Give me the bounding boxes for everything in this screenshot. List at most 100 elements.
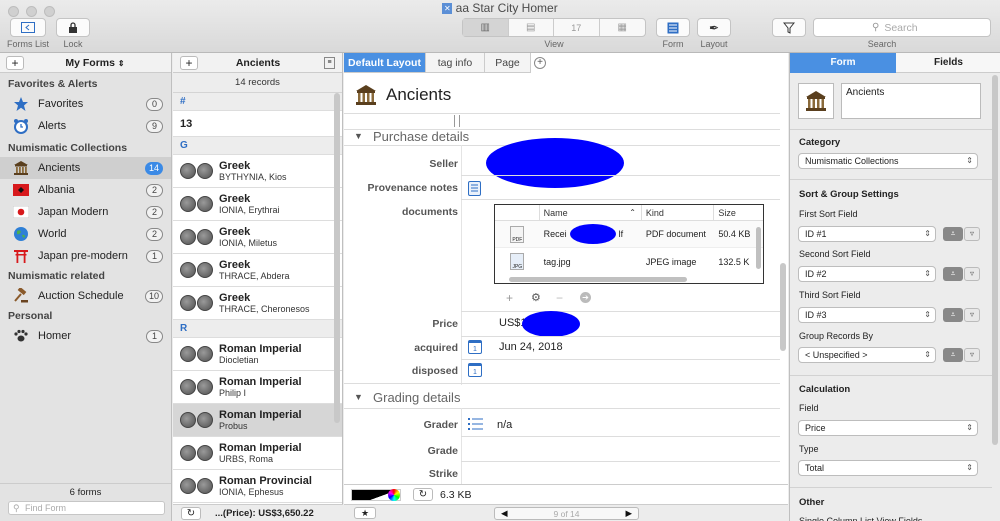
list-icon[interactable] [468,417,483,431]
sort-ascending-icon: ⌃ [629,208,636,217]
view-calendar-button[interactable]: 17 [554,19,600,36]
split-handle[interactable] [454,115,460,127]
sidebar-item-alerts[interactable]: Alerts 9 [0,115,171,137]
pdf-file-icon-label: PDF [510,225,525,243]
acquired-date[interactable]: Jun 24, 2018 [499,341,563,353]
form-icon-well[interactable] [798,83,834,119]
add-document-button[interactable]: + [506,291,513,305]
coin-obverse-icon [180,412,196,428]
sidebar-item-albania[interactable]: Albania 2 [0,179,171,201]
first-sort-select[interactable]: ID #1 ⇕ [798,226,936,242]
sort-direction-button[interactable]: ⩡ [943,227,963,241]
layout-button[interactable]: ✒ [697,18,731,37]
action-gear-icon[interactable]: ⚙ [531,291,541,304]
previous-record-button[interactable]: ◀ [501,508,508,519]
next-record-button[interactable]: ▶ [625,508,632,519]
record-row[interactable]: Greek THRACE, Abdera [173,254,342,287]
sort-filter-button[interactable]: ▿ [964,227,980,241]
document-row[interactable]: PDF Recei lf PDF document 50.4 KB [495,221,763,248]
sidebar-item-auction-schedule[interactable]: Auction Schedule 10 [0,285,171,307]
add-record-button[interactable]: + [180,56,198,70]
list-options-icon[interactable]: ≡ [324,57,335,69]
calc-type-select[interactable]: Total ⇕ [798,460,978,476]
second-sort-select[interactable]: ID #2 ⇕ [798,266,936,282]
name-column-header[interactable]: Name ⌃ [540,205,642,220]
coin-obverse-icon [180,163,196,179]
notes-icon[interactable] [468,181,481,196]
size-column-header[interactable]: Size [714,205,763,220]
form-scrollbar[interactable] [780,263,786,351]
filter-button[interactable] [772,18,806,37]
tab-page[interactable]: Page [485,53,531,73]
record-row[interactable]: 13 [173,111,342,137]
tab-fields[interactable]: Fields [896,53,1000,73]
record-row[interactable]: Roman Imperial Philip I [173,371,342,404]
calculation-summary[interactable]: ...(Price): US$3,650.22 [215,508,314,519]
inspector-divider [790,179,992,180]
tab-default-layout[interactable]: Default Layout [344,53,426,73]
refresh-button[interactable]: ↻ [413,488,433,501]
sort-filter-button[interactable]: ▿ [964,308,980,322]
view-form-button[interactable]: ▤ [509,19,554,36]
calendar-icon[interactable]: 1 [468,340,482,354]
refresh-button[interactable]: ↻ [181,506,201,520]
disclosure-triangle-icon[interactable]: ▼ [354,131,363,141]
sidebar-item-japan-modern[interactable]: Japan Modern 2 [0,201,171,223]
document-row[interactable]: JPG tag.jpg JPEG image 132.5 K [495,248,763,275]
record-subtitle: IONIA, Erythrai [219,205,280,215]
record-row[interactable]: Greek THRACE, Cheronesos [173,287,342,320]
find-form-input[interactable]: ⚲ Find Form [8,501,165,515]
sort-filter-button[interactable]: ▿ [964,267,980,281]
kind-column-header[interactable]: Kind [642,205,715,220]
records-scrollbar[interactable] [334,93,340,423]
form-name-input[interactable]: Ancients [841,83,981,119]
sidebar-item-ancients[interactable]: Ancients 14 [0,157,171,179]
record-row[interactable]: Greek IONIA, Miletus [173,221,342,254]
search-input[interactable]: ⚲ Search [813,18,991,37]
sort-direction-button[interactable]: ⩡ [943,348,963,362]
records-scroll-area[interactable]: #13 G Greek BYTHYNIA, Kios Greek IONIA, Eryth… [173,93,342,503]
documents-table[interactable]: Name ⌃ Kind Size PDF Recei lf PDF document… [494,204,764,284]
sidebar-item-favorites[interactable]: Favorites 0 [0,93,171,115]
form-button[interactable] [656,18,690,37]
record-row[interactable]: Roman Imperial Diocletian [173,338,342,371]
category-select[interactable]: Numismatic Collections ⇕ [798,153,978,169]
record-row[interactable]: Greek IONIA, Erythrai [173,188,342,221]
record-row[interactable]: Roman Imperial URBS, Roma [173,437,342,470]
star-button[interactable]: ★ [354,507,376,519]
calc-field-select[interactable]: Price ⇕ [798,420,978,436]
tab-tag-info[interactable]: tag info [426,53,485,73]
name-header-text: Name [543,208,568,218]
remove-document-button[interactable]: − [556,291,563,305]
redaction-mark [522,311,580,337]
inspector-scrollbar[interactable] [992,75,998,445]
third-sort-select[interactable]: ID #3 ⇕ [798,307,936,323]
open-document-arrow-icon[interactable]: ➔ [580,292,591,303]
color-wheel-icon[interactable] [388,489,400,501]
record-row[interactable]: Roman Imperial Probus [173,404,342,437]
sidebar-item-world[interactable]: World 2 [0,223,171,245]
grader-value[interactable]: n/a [497,419,512,431]
sidebar-item-japan-pre-modern[interactable]: Japan pre-modern 1 [0,245,171,267]
coin-thumbnail [180,346,214,362]
my-forms-selector[interactable]: My Forms ⇕ [50,57,140,69]
sort-filter-button[interactable]: ▿ [964,348,980,362]
sidebar-item-homer[interactable]: Homer 1 [0,325,171,347]
lock-button[interactable] [56,18,90,37]
record-row[interactable]: Greek BYTHYNIA, Kios [173,155,342,188]
documents-horizontal-scrollbar[interactable] [509,277,687,282]
document-name: Recei lf [540,224,642,244]
documents-vertical-scrollbar[interactable] [756,227,761,269]
forms-list-button[interactable] [10,18,46,37]
disclosure-triangle-icon[interactable]: ▼ [354,392,363,402]
group-by-select[interactable]: < Unspecified > ⇕ [798,347,936,363]
add-layout-tab-button[interactable]: + [534,57,546,69]
sort-direction-button[interactable]: ⩡ [943,308,963,322]
view-grid-button[interactable]: ▦ [600,19,645,36]
calendar-icon[interactable]: 1 [468,363,482,377]
sort-direction-button[interactable]: ⩡ [943,267,963,281]
view-columns-button[interactable]: ▥ [463,19,509,36]
tab-form[interactable]: Form [790,53,896,73]
add-form-button[interactable]: + [6,55,24,70]
record-row[interactable]: Roman Provincial IONIA, Ephesus [173,470,342,503]
